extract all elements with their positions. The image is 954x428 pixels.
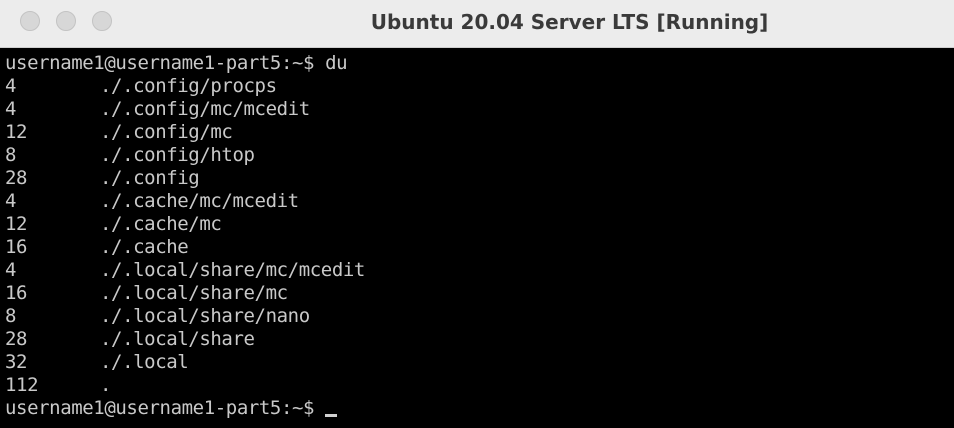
du-path: . [100,374,112,396]
du-size: 4 [5,75,17,97]
du-output-row: 12 ./.cache/mc [5,213,222,236]
du-size: 32 [5,351,28,373]
du-output-row: 8 ./.config/htop [5,144,255,167]
du-size: 112 [5,374,39,396]
du-size: 8 [5,305,17,327]
du-path: ./.config [100,167,200,189]
text-cursor [325,414,338,417]
du-size: 16 [5,236,28,258]
du-output-row: 28 ./.config [5,167,200,190]
window-title: Ubuntu 20.04 Server LTS [Running] [370,10,769,34]
terminal-screen[interactable]: username1@username1-part5:~$ du 4 ./.conf… [0,48,954,428]
du-size: 16 [5,282,28,304]
du-output-row: 12 ./.config/mc [5,121,233,144]
du-path: ./.config/mc/mcedit [100,98,310,120]
du-output-row: 4 ./.config/procps [5,75,277,98]
du-size: 28 [5,328,28,350]
du-output-row: 4 ./.cache/mc/mcedit [5,190,299,213]
shell-prompt-line[interactable]: username1@username1-part5:~$ [5,397,338,420]
du-output-row: 16 ./.cache [5,236,189,259]
du-size: 4 [5,190,17,212]
du-path: ./.cache/mc/mcedit [100,190,299,212]
du-path: ./.config/htop [100,144,255,166]
du-output-row: 112. [5,374,111,397]
du-size: 4 [5,259,17,281]
du-path: ./.config/mc [100,121,233,143]
du-output-row: 8 ./.local/share/nano [5,305,310,328]
du-path: ./.local [100,351,189,373]
command-line: username1@username1-part5:~$ du [5,52,348,74]
du-output-row: 4 ./.config/mc/mcedit [5,98,310,121]
window-titlebar: Ubuntu 20.04 Server LTS [Running] [0,0,954,48]
du-path: ./.cache/mc [100,213,222,235]
du-output-row: 16 ./.local/share/mc [5,282,288,305]
du-path: ./.local/share/mc/mcedit [100,259,365,281]
du-path: ./.local/share [100,328,255,350]
du-path: ./.local/share/mc [100,282,288,304]
du-path: ./.config/procps [100,75,277,97]
du-size: 8 [5,144,17,166]
du-path: ./.local/share/nano [100,305,310,327]
du-size: 12 [5,213,28,235]
du-size: 12 [5,121,28,143]
du-output-row: 28 ./.local/share [5,328,255,351]
du-size: 28 [5,167,28,189]
du-output-row: 4 ./.local/share/mc/mcedit [5,259,365,282]
shell-prompt: username1@username1-part5:~$ [5,397,326,419]
du-output-row: 32 ./.local [5,351,189,374]
du-size: 4 [5,98,17,120]
du-path: ./.cache [100,236,189,258]
